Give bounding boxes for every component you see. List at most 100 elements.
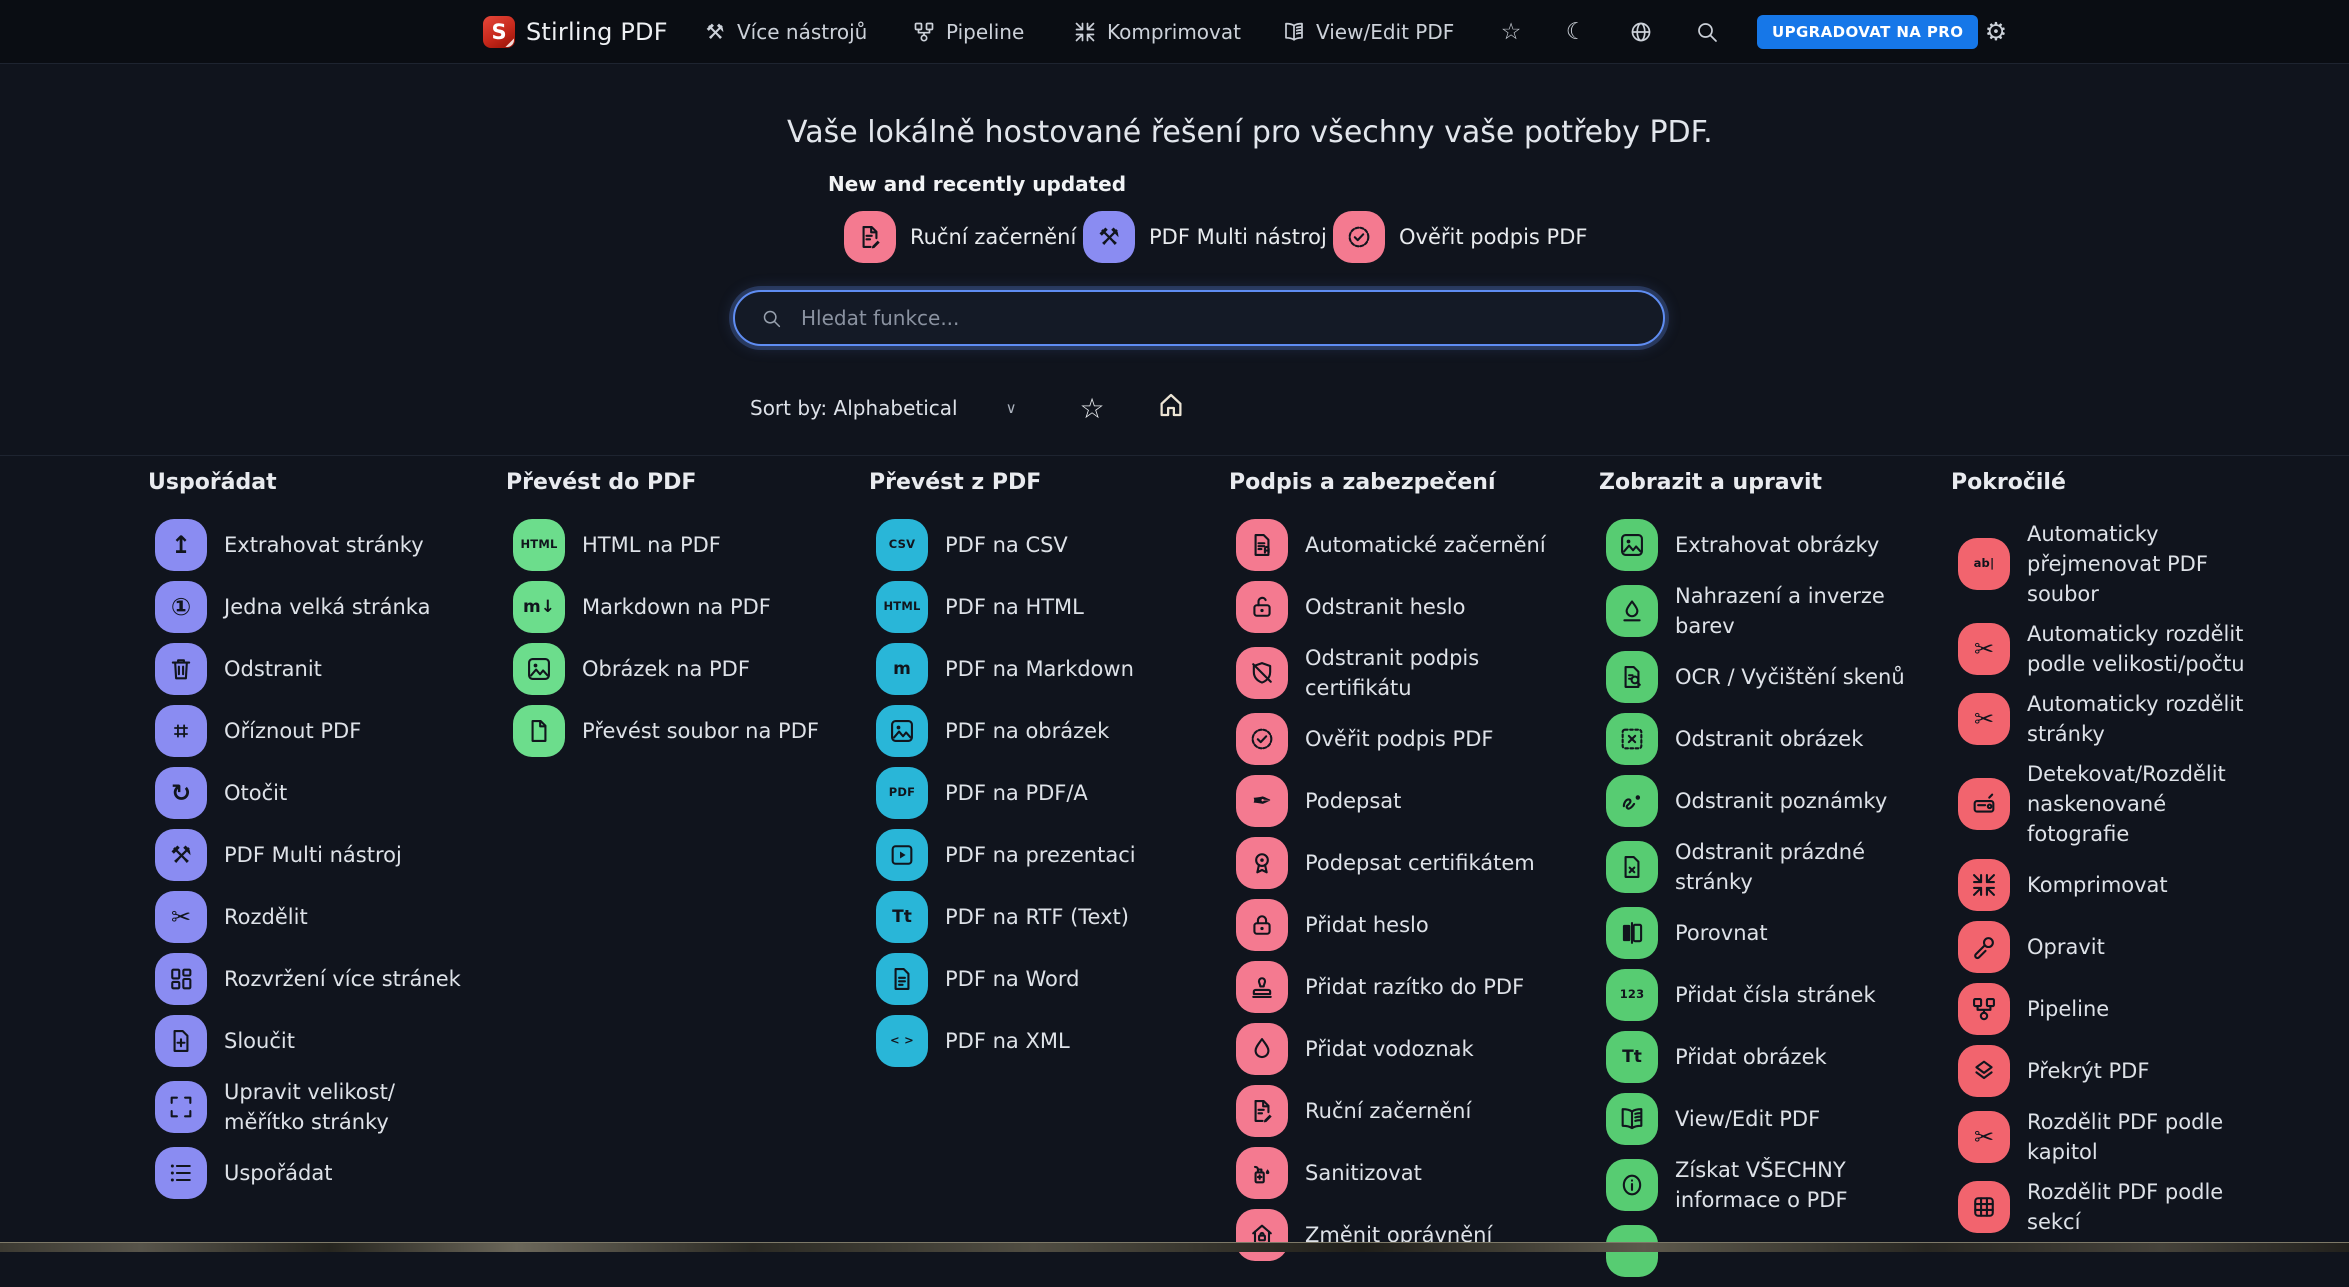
- tool-item[interactable]: Odstranit obrázek: [1606, 713, 1943, 765]
- tool-item[interactable]: Podepsat certifikátem: [1236, 837, 1573, 889]
- tool-item[interactable]: PDFPDF na PDF/A: [876, 767, 1213, 819]
- tool-item-label: PDF na XML: [945, 1026, 1070, 1056]
- page-numbers-icon: 123: [1606, 969, 1658, 1021]
- csv-icon: CSV: [876, 519, 928, 571]
- tool-item[interactable]: PDF na obrázek: [876, 705, 1213, 757]
- tool-item[interactable]: Extrahovat obrázky: [1606, 519, 1943, 571]
- tool-item[interactable]: Ověřit podpis PDF: [1236, 713, 1573, 765]
- tool-item-label: Odstranit obrázek: [1675, 724, 1863, 754]
- nav-item-2[interactable]: Pipeline: [912, 0, 1024, 63]
- tool-item[interactable]: Opravit: [1958, 921, 2265, 973]
- tool-item-label: Přidat vodoznak: [1305, 1034, 1474, 1064]
- tool-item[interactable]: ①Jedna velká stránka: [155, 581, 492, 633]
- nav-item-4[interactable]: View/Edit PDF: [1282, 0, 1454, 63]
- tool-item[interactable]: ✂Rozdělit PDF podle kapitol: [1958, 1107, 2265, 1167]
- nav-item-3[interactable]: Komprimovat: [1073, 0, 1241, 63]
- tool-item[interactable]: Upravit velikost/ měřítko stránky: [155, 1077, 492, 1137]
- tool-item[interactable]: Obrázek na PDF: [513, 643, 850, 695]
- split-chapters-icon: ✂: [1958, 1111, 2010, 1163]
- tool-item[interactable]: View/Edit PDF: [1606, 1093, 1943, 1145]
- tool-item[interactable]: PDF na prezentaci: [876, 829, 1213, 881]
- tool-item[interactable]: ✂Automaticky rozdělit podle velikosti/po…: [1958, 619, 2265, 679]
- tool-item[interactable]: ✂Automaticky rozdělit stránky: [1958, 689, 2265, 749]
- trash-icon: [155, 643, 207, 695]
- tool-item[interactable]: HTMLPDF na HTML: [876, 581, 1213, 633]
- search-input[interactable]: [799, 305, 1637, 331]
- tool-item[interactable]: Převést soubor na PDF: [513, 705, 850, 757]
- organize-list-icon: [155, 1147, 207, 1199]
- tool-item-label: Porovnat: [1675, 918, 1768, 948]
- multi-tool-icon: ⚒: [155, 829, 207, 881]
- tool-item[interactable]: Automatické začernění: [1236, 519, 1573, 571]
- tool-item[interactable]: Detekovat/Rozdělit naskenované fotografi…: [1958, 759, 2265, 849]
- tool-item[interactable]: ✒Podepsat: [1236, 775, 1573, 827]
- featured-tool[interactable]: Ověřit podpis PDF: [1333, 211, 1587, 263]
- home-icon[interactable]: [1156, 390, 1192, 426]
- tool-item[interactable]: Pipeline: [1958, 983, 2265, 1035]
- tool-item[interactable]: PDF na Word: [876, 953, 1213, 1005]
- compress-icon: [1073, 20, 1097, 44]
- tool-item[interactable]: Uspořádat: [155, 1147, 492, 1199]
- tool-item[interactable]: Změnit oprávnění: [1236, 1209, 1573, 1261]
- sort-by-dropdown[interactable]: Sort by: Alphabetical ∨: [750, 390, 1017, 426]
- tool-item[interactable]: mPDF na Markdown: [876, 643, 1213, 695]
- pipeline-icon: [1958, 983, 2010, 1035]
- tool-item[interactable]: ↻Otočit: [155, 767, 492, 819]
- favorites-star-icon[interactable]: ☆: [1074, 388, 1110, 428]
- globe-icon[interactable]: [1624, 0, 1658, 63]
- tool-item[interactable]: Sloučit: [155, 1015, 492, 1067]
- tool-item[interactable]: OCR / Vyčištění skenů: [1606, 651, 1943, 703]
- tool-item[interactable]: Odstranit prázdné stránky: [1606, 837, 1943, 897]
- rtf-icon: Tt: [876, 891, 928, 943]
- tool-item[interactable]: 123Přidat čísla stránek: [1606, 969, 1943, 1021]
- search-bar[interactable]: [733, 290, 1665, 346]
- tool-item[interactable]: ↥Extrahovat stránky: [155, 519, 492, 571]
- tool-item[interactable]: Ruční začernění: [1236, 1085, 1573, 1137]
- tool-item[interactable]: Přidat vodoznak: [1236, 1023, 1573, 1075]
- upgrade-pro-button[interactable]: UPGRADOVAT NA PRO: [1757, 15, 1978, 49]
- tool-item[interactable]: Porovnat: [1606, 907, 1943, 959]
- tool-item[interactable]: Rozvržení více stránek: [155, 953, 492, 1005]
- chevron-down-icon: ∨: [1006, 399, 1017, 417]
- app-brand[interactable]: S Stirling PDF: [483, 0, 668, 63]
- category-title: Převést z PDF: [869, 470, 1213, 495]
- tool-item[interactable]: Rozdělit PDF podle sekcí: [1958, 1177, 2265, 1237]
- tool-item[interactable]: Komprimovat: [1958, 859, 2265, 911]
- tool-item-label: Otočit: [224, 778, 287, 808]
- tool-item[interactable]: Překrýt PDF: [1958, 1045, 2265, 1097]
- tool-item[interactable]: Získat VŠECHNY informace o PDF: [1606, 1155, 1943, 1215]
- nav-item-1[interactable]: ⚒Více nástrojů: [703, 0, 867, 63]
- tool-item[interactable]: Odstranit poznámky: [1606, 775, 1943, 827]
- tool-item[interactable]: < >PDF na XML: [876, 1015, 1213, 1067]
- tool-item[interactable]: Odstranit heslo: [1236, 581, 1573, 633]
- image-icon: [1606, 519, 1658, 571]
- moon-icon[interactable]: ☾: [1559, 0, 1593, 63]
- remove-image-icon: [1606, 713, 1658, 765]
- tool-item[interactable]: Odstranit podpis certifikátu: [1236, 643, 1573, 703]
- tool-item[interactable]: ⚒PDF Multi nástroj: [155, 829, 492, 881]
- tool-item[interactable]: ✂Rozdělit: [155, 891, 492, 943]
- seal-check-icon: [1333, 211, 1385, 263]
- tool-item[interactable]: m↓Markdown na PDF: [513, 581, 850, 633]
- nav-item-label: Pipeline: [946, 20, 1024, 44]
- tool-item[interactable]: HTMLHTML na PDF: [513, 519, 850, 571]
- tool-item-label: Komprimovat: [2027, 870, 2168, 900]
- tool-item[interactable]: ab|Automaticky přejmenovat PDF soubor: [1958, 519, 2265, 609]
- tool-item[interactable]: TtPřidat obrázek: [1606, 1031, 1943, 1083]
- search-icon[interactable]: [1690, 0, 1724, 63]
- star-icon[interactable]: ☆: [1494, 0, 1528, 63]
- droplet-icon: [1236, 1023, 1288, 1075]
- tool-item[interactable]: Nahrazení a inverze barev: [1606, 581, 1943, 641]
- tool-item[interactable]: Sanitizovat: [1236, 1147, 1573, 1199]
- featured-tool[interactable]: ⚒PDF Multi nástroj: [1083, 211, 1327, 263]
- tool-item[interactable]: Přidat razítko do PDF: [1236, 961, 1573, 1013]
- tool-item-label: Sloučit: [224, 1026, 295, 1056]
- tool-item[interactable]: TtPDF na RTF (Text): [876, 891, 1213, 943]
- gear-icon[interactable]: ⚙: [1978, 0, 2014, 63]
- featured-tool[interactable]: Ruční začernění: [844, 211, 1076, 263]
- tool-item[interactable]: Přidat heslo: [1236, 899, 1573, 951]
- tool-item[interactable]: CSVPDF na CSV: [876, 519, 1213, 571]
- tool-item[interactable]: ⌗Oříznout PDF: [155, 705, 492, 757]
- tool-item[interactable]: Odstranit: [155, 643, 492, 695]
- category-column: Uspořádat ↥Extrahovat stránky ①Jedna velká…: [147, 470, 492, 1209]
